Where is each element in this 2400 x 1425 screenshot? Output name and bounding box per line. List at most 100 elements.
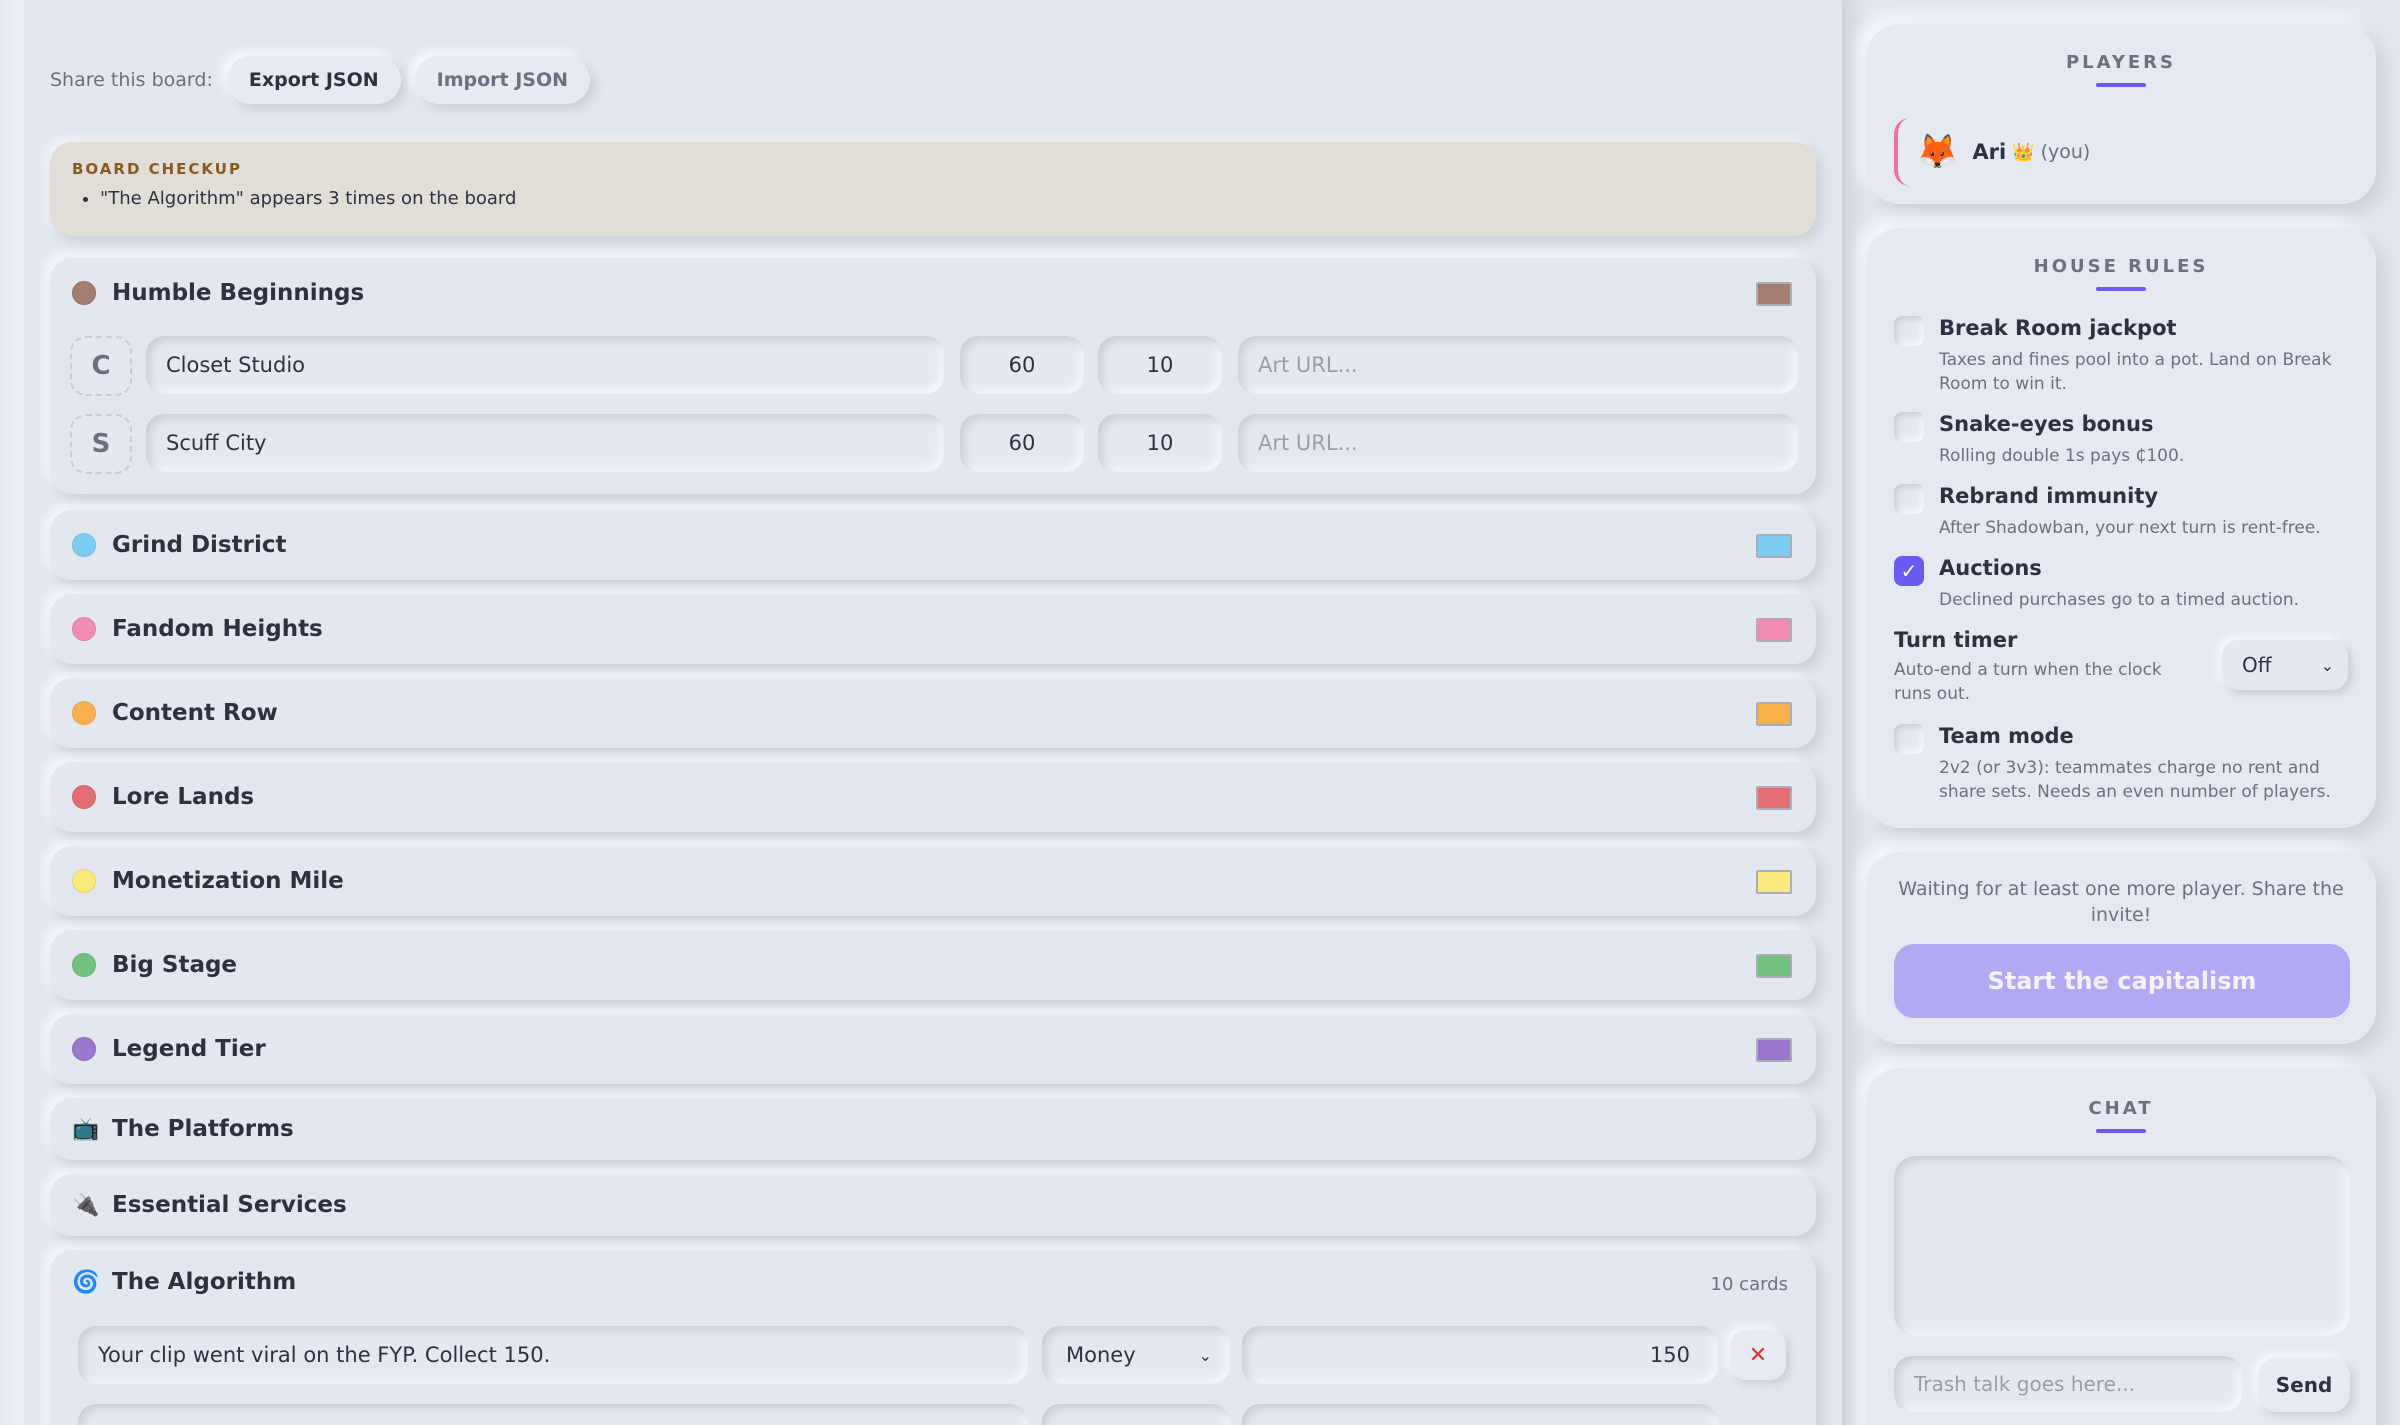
plug-icon: 🔌 (72, 1192, 100, 1218)
rule-desc: After Shadowban, your next turn is rent-… (1939, 518, 2321, 538)
color-group-content-row[interactable]: Content Row (50, 678, 1816, 748)
rule-desc: Rolling double 1s pays ₵100. (1939, 446, 2185, 466)
color-group-monetization-mile[interactable]: Monetization Mile (50, 846, 1816, 916)
fox-avatar-icon: 🦊 (1916, 132, 1959, 172)
color-group-legend-tier[interactable]: Legend Tier (50, 1014, 1816, 1084)
group-color-picker[interactable] (1756, 702, 1792, 726)
group-name: Lore Lands (112, 784, 255, 810)
group-color-dot (72, 533, 96, 557)
rule-desc: Declined purchases go to a timed auction… (1939, 590, 2300, 610)
rule-checkbox[interactable] (1894, 484, 1924, 514)
property-name-input[interactable]: Scuff City (146, 414, 944, 472)
group-color-dot (72, 617, 96, 641)
group-name: The Platforms (112, 1116, 294, 1142)
property-row: C Closet Studio 60 10 Art URL... (50, 328, 1816, 406)
group-color-picker[interactable] (1756, 1038, 1792, 1062)
title-underline (2096, 83, 2146, 87)
import-json-button[interactable]: Import JSON (414, 56, 591, 104)
player-row: 🦊 Ari 👑 (you) (1894, 118, 2334, 186)
group-name: Big Stage (112, 952, 238, 978)
checkup-title: BOARD CHECKUP (72, 160, 242, 178)
group-color-dot (72, 281, 96, 305)
group-name: The Algorithm (112, 1269, 297, 1295)
color-group-humble-beginnings: Humble Beginnings C Closet Studio 60 10 … (50, 258, 1816, 494)
group-color-dot (72, 953, 96, 977)
group-color-picker[interactable] (1756, 618, 1792, 642)
rule-name: Team mode (1939, 724, 2074, 748)
color-group-lore-lands[interactable]: Lore Lands (50, 762, 1816, 832)
property-rent-input[interactable]: 10 (1098, 414, 1222, 472)
group-name: Essential Services (112, 1192, 347, 1218)
share-row: Share this board: Export JSON Import JSO… (50, 56, 604, 104)
player-you-tag: (you) (2040, 141, 2091, 163)
card-type-select[interactable]: Money ⌄ (1042, 1326, 1230, 1384)
group-name: Monetization Mile (112, 868, 344, 894)
card-text-input[interactable]: Your clip went viral on the FYP. Collect… (78, 1326, 1028, 1384)
card-amount-input[interactable]: 150 (1242, 1326, 1718, 1384)
card-row (50, 1392, 1816, 1425)
group-color-picker[interactable] (1756, 786, 1792, 810)
rule-name: Snake-eyes bonus (1939, 412, 2154, 436)
property-rent-input[interactable]: 10 (1098, 336, 1222, 394)
title-underline (2096, 287, 2146, 291)
group-the-platforms[interactable]: 📺 The Platforms (50, 1098, 1816, 1160)
group-essential-services[interactable]: 🔌 Essential Services (50, 1174, 1816, 1236)
players-card: PLAYERS 🦊 Ari 👑 (you) (1866, 24, 2376, 204)
group-name: Content Row (112, 700, 278, 726)
group-color-dot (72, 785, 96, 809)
group-color-picker[interactable] (1756, 534, 1792, 558)
remove-card-button[interactable]: ✕ (1730, 1330, 1786, 1380)
property-row: S Scuff City 60 10 Art URL... (50, 406, 1816, 484)
chat-input[interactable]: Trash talk goes here... (1894, 1356, 2242, 1412)
send-button[interactable]: Send (2258, 1358, 2350, 1412)
property-price-input[interactable]: 60 (960, 336, 1084, 394)
property-letter-tile[interactable]: S (70, 414, 132, 474)
cyclone-icon: 🌀 (72, 1269, 100, 1295)
group-color-picker[interactable] (1756, 954, 1792, 978)
players-title: PLAYERS (2065, 52, 2177, 73)
rule-checkbox[interactable] (1894, 724, 1924, 754)
card-text-input[interactable] (78, 1404, 1028, 1425)
waiting-message: Waiting for at least one more player. Sh… (1898, 878, 2344, 926)
card-type-select[interactable] (1042, 1404, 1230, 1425)
card-count: 10 cards (1710, 1274, 1788, 1295)
chevron-down-icon: ⌄ (2320, 655, 2334, 675)
lobby-card: Waiting for at least one more player. Sh… (1866, 852, 2376, 1044)
group-color-dot (72, 701, 96, 725)
export-json-button[interactable]: Export JSON (226, 56, 401, 104)
chat-title: CHAT (2088, 1098, 2154, 1119)
color-group-grind-district[interactable]: Grind District (50, 510, 1816, 580)
property-price-input[interactable]: 60 (960, 414, 1084, 472)
group-name: Legend Tier (112, 1036, 266, 1062)
checkup-list: "The Algorithm" appears 3 times on the b… (72, 188, 1794, 209)
turn-timer-select[interactable]: Off ⌄ (2222, 640, 2348, 690)
group-header[interactable]: 🌀 The Algorithm 10 cards (50, 1250, 1816, 1314)
group-name: Humble Beginnings (112, 280, 365, 306)
group-the-algorithm: 🌀 The Algorithm 10 cards Your clip went … (50, 1250, 1816, 1425)
turn-timer-value: Off (2242, 653, 2272, 677)
board-checkup: BOARD CHECKUP "The Algorithm" appears 3 … (50, 142, 1816, 236)
share-label: Share this board: (50, 69, 213, 91)
rule-checkbox[interactable] (1894, 412, 1924, 442)
house-rules-title: HOUSE RULES (2033, 256, 2209, 277)
chat-card: CHAT Trash talk goes here... Send (1866, 1068, 2376, 1425)
rule-checkbox-checked[interactable]: ✓ (1894, 556, 1924, 586)
rule-checkbox[interactable] (1894, 316, 1924, 346)
group-color-dot (72, 1037, 96, 1061)
group-name: Grind District (112, 532, 287, 558)
house-rules-card: HOUSE RULES Break Room jackpot Taxes and… (1866, 228, 2376, 828)
property-name-input[interactable]: Closet Studio (146, 336, 944, 394)
group-name: Fandom Heights (112, 616, 323, 642)
property-art-url-input[interactable]: Art URL... (1238, 336, 1798, 394)
group-color-picker[interactable] (1756, 870, 1792, 894)
group-header[interactable]: Humble Beginnings (50, 258, 1816, 328)
property-letter-tile[interactable]: C (70, 336, 132, 396)
color-group-fandom-heights[interactable]: Fandom Heights (50, 594, 1816, 664)
color-group-big-stage[interactable]: Big Stage (50, 930, 1816, 1000)
group-color-picker[interactable] (1756, 282, 1792, 306)
chat-messages[interactable] (1894, 1156, 2350, 1336)
turn-timer-title: Turn timer (1894, 628, 2018, 652)
start-game-button[interactable]: Start the capitalism (1894, 944, 2350, 1018)
card-amount-input[interactable] (1242, 1404, 1718, 1425)
property-art-url-input[interactable]: Art URL... (1238, 414, 1798, 472)
